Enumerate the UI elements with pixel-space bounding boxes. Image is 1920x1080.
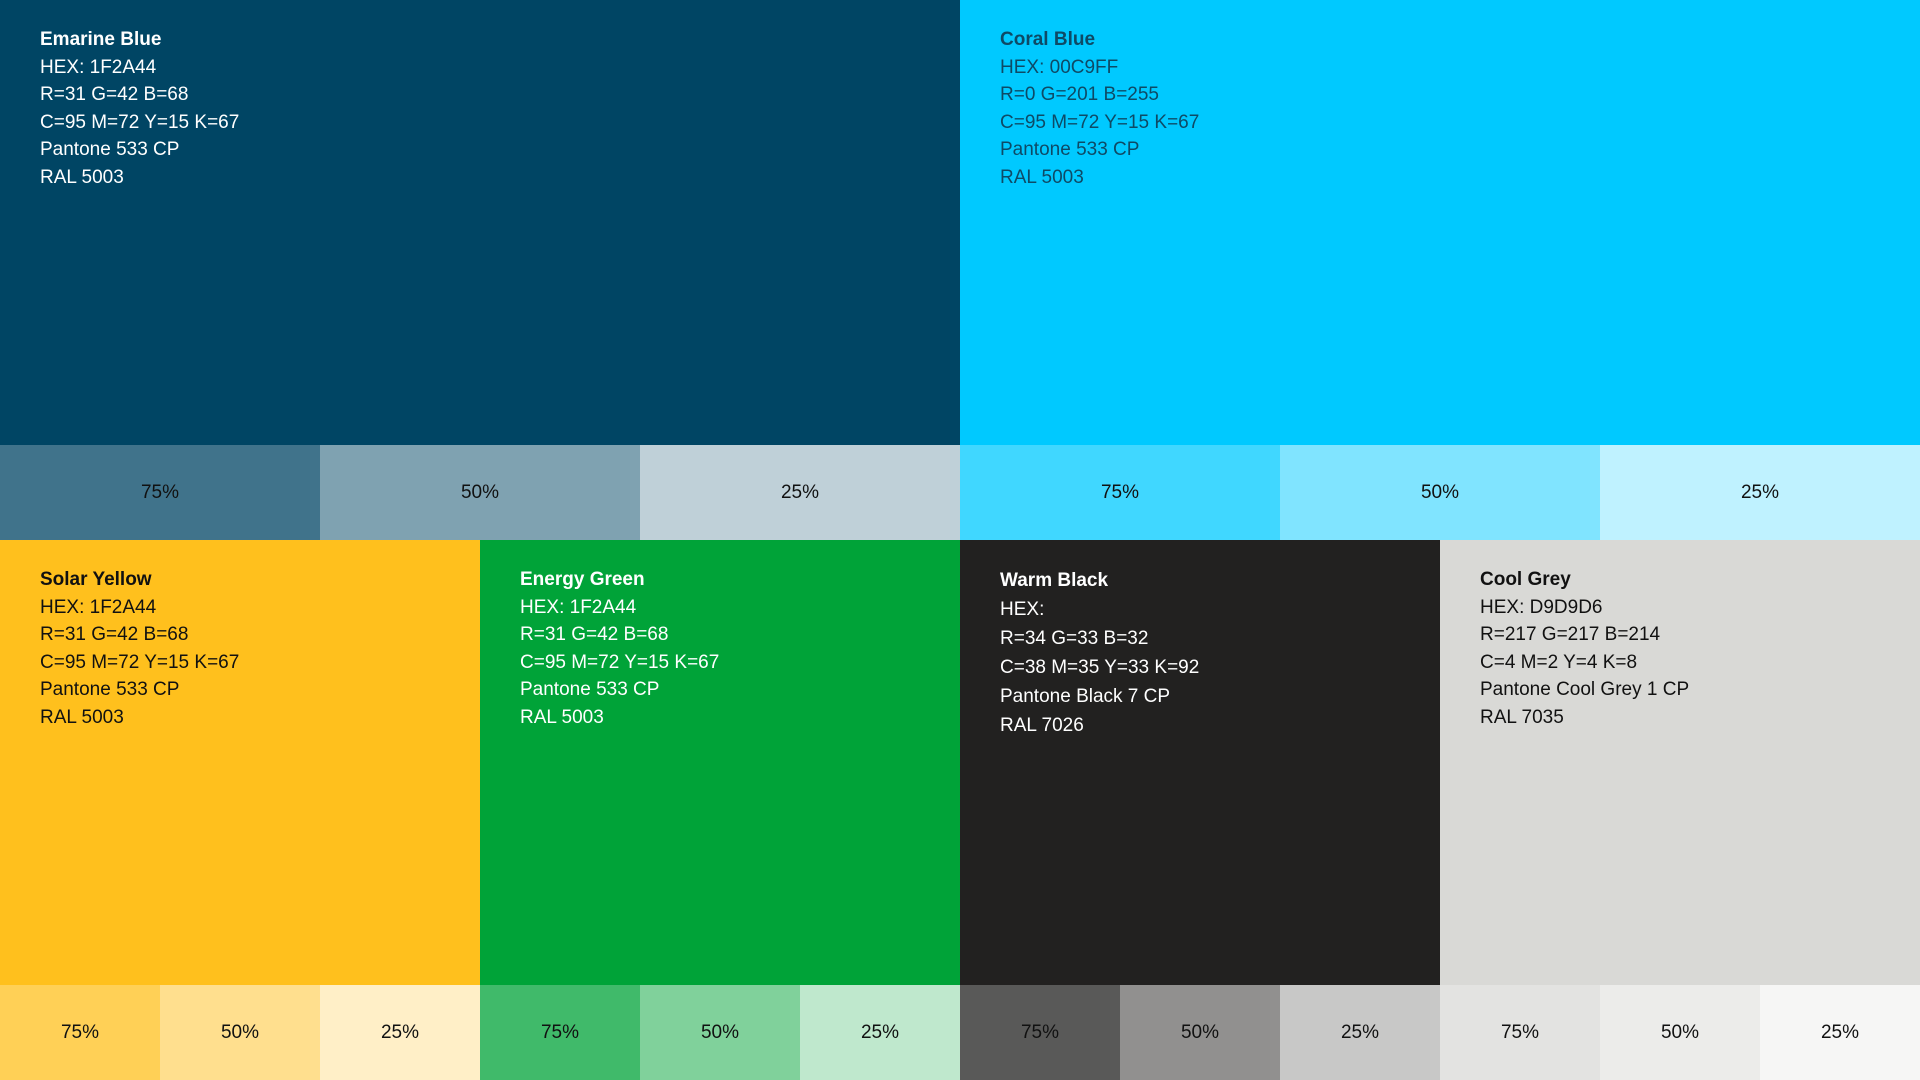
tint-energy-green-50: 50% [640,985,800,1080]
tint-solar-yellow-75: 75% [0,985,160,1080]
swatch-name: Warm Black [1000,570,1109,591]
swatch-cmyk: C=95 M=72 Y=15 K=67 [1000,111,1200,133]
tint-coral-blue-50: 50% [1280,445,1600,540]
tint-solar-yellow-50: 50% [160,985,320,1080]
tint-energy-green-75: 75% [480,985,640,1080]
swatch-cmyk: C=4 M=2 Y=4 K=8 [1480,651,1638,673]
swatch-ral: RAL 7035 [1480,706,1564,728]
tint-coral-blue-75: 75% [960,445,1280,540]
swatch-cmyk: C=95 M=72 Y=15 K=67 [40,651,240,673]
swatch-ral: RAL 7026 [1000,715,1084,736]
swatch-emarine-blue: Emarine Blue HEX: 1F2A44 R=31 G=42 B=68 … [0,0,960,445]
swatch-pantone: Pantone Cool Grey 1 CP [1480,679,1690,700]
swatch-rgb: R=31 G=42 B=68 [40,624,189,645]
tint-energy-green-25: 25% [800,985,960,1080]
swatch-hex: HEX: 1F2A44 [40,596,157,618]
tint-cool-grey-50: 50% [1600,985,1760,1080]
swatch-hex: HEX: 1F2A44 [520,596,637,618]
swatch-energy-green: Energy Green HEX: 1F2A44 R=31 G=42 B=68 … [480,540,960,985]
tint-warm-black-75: 75% [960,985,1120,1080]
swatch-info: Emarine Blue HEX: 1F2A44 R=31 G=42 B=68 … [40,26,239,191]
swatch-info: Cool Grey HEX: D9D9D6 R=217 G=217 B=214 … [1480,566,1689,731]
swatch-info: Solar Yellow HEX: 1F2A44 R=31 G=42 B=68 … [40,566,239,731]
tint-cool-grey-25: 25% [1760,985,1920,1080]
swatch-name: Energy Green [520,569,645,590]
swatch-info: Warm Black HEX: R=34 G=33 B=32 C=38 M=35… [1000,566,1199,740]
swatch-ral: RAL 5003 [1000,166,1084,188]
swatch-ral: RAL 5003 [40,706,124,728]
swatch-rgb: R=31 G=42 B=68 [520,624,669,645]
swatch-hex: HEX: [1000,599,1045,620]
swatch-pantone: Pantone 533 CP [1000,139,1140,160]
swatch-rgb: R=217 G=217 B=214 [1480,624,1661,645]
swatch-rgb: R=34 G=33 B=32 [1000,628,1149,649]
swatch-info: Energy Green HEX: 1F2A44 R=31 G=42 B=68 … [520,566,719,731]
tint-emarine-blue-50: 50% [320,445,640,540]
swatch-pantone: Pantone Black 7 CP [1000,686,1171,707]
swatch-name: Cool Grey [1480,569,1571,590]
tint-cool-grey-75: 75% [1440,985,1600,1080]
swatch-name: Solar Yellow [40,569,152,590]
swatch-info: Coral Blue HEX: 00C9FF R=0 G=201 B=255 C… [1000,26,1199,191]
tint-emarine-blue-75: 75% [0,445,320,540]
swatch-name: Emarine Blue [40,29,162,50]
tint-warm-black-25: 25% [1280,985,1440,1080]
swatch-hex: HEX: 00C9FF [1000,56,1119,78]
swatch-cool-grey: Cool Grey HEX: D9D9D6 R=217 G=217 B=214 … [1440,540,1920,985]
tint-emarine-blue-25: 25% [640,445,960,540]
swatch-rgb: R=31 G=42 B=68 [40,84,189,105]
swatch-name: Coral Blue [1000,29,1096,50]
color-palette: Emarine Blue HEX: 1F2A44 R=31 G=42 B=68 … [0,0,1920,1080]
swatch-warm-black: Warm Black HEX: R=34 G=33 B=32 C=38 M=35… [960,540,1440,985]
swatch-pantone: Pantone 533 CP [40,679,180,700]
swatch-cmyk: C=95 M=72 Y=15 K=67 [520,651,720,673]
tint-solar-yellow-25: 25% [320,985,480,1080]
swatch-rgb: R=0 G=201 B=255 [1000,84,1159,105]
swatch-cmyk: C=38 M=35 Y=33 K=92 [1000,657,1200,678]
swatch-pantone: Pantone 533 CP [520,679,660,700]
swatch-cmyk: C=95 M=72 Y=15 K=67 [40,111,240,133]
swatch-hex: HEX: D9D9D6 [1480,596,1603,618]
swatch-ral: RAL 5003 [40,166,124,188]
swatch-hex: HEX: 1F2A44 [40,56,157,78]
tint-coral-blue-25: 25% [1600,445,1920,540]
swatch-coral-blue: Coral Blue HEX: 00C9FF R=0 G=201 B=255 C… [960,0,1920,445]
swatch-pantone: Pantone 533 CP [40,139,180,160]
swatch-solar-yellow: Solar Yellow HEX: 1F2A44 R=31 G=42 B=68 … [0,540,480,985]
tint-warm-black-50: 50% [1120,985,1280,1080]
swatch-ral: RAL 5003 [520,706,604,728]
